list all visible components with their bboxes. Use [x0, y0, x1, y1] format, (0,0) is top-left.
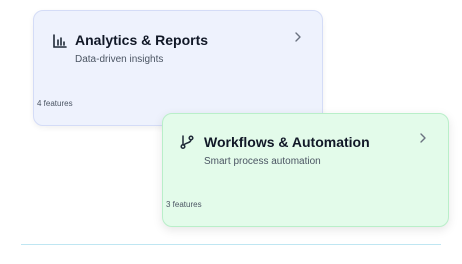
- section-divider: [21, 244, 441, 245]
- bar-chart-icon: [52, 33, 68, 49]
- card-subtitle: Data-driven insights: [75, 54, 164, 65]
- card-title: Workflows & Automation: [204, 134, 370, 150]
- card-subtitle: Smart process automation: [204, 156, 321, 167]
- card-analytics-reports[interactable]: Analytics & Reports Data-driven insights…: [33, 10, 323, 126]
- chevron-right-icon[interactable]: [293, 30, 303, 42]
- card-title: Analytics & Reports: [75, 32, 209, 48]
- card-workflows-automation[interactable]: Workflows & Automation Smart process aut…: [162, 113, 449, 227]
- feature-cards-stage: Analytics & Reports Data-driven insights…: [0, 0, 462, 264]
- chevron-right-icon[interactable]: [418, 131, 428, 143]
- feature-count: 3 features: [166, 200, 202, 209]
- feature-count: 4 features: [37, 99, 73, 108]
- git-branch-icon: [179, 134, 195, 150]
